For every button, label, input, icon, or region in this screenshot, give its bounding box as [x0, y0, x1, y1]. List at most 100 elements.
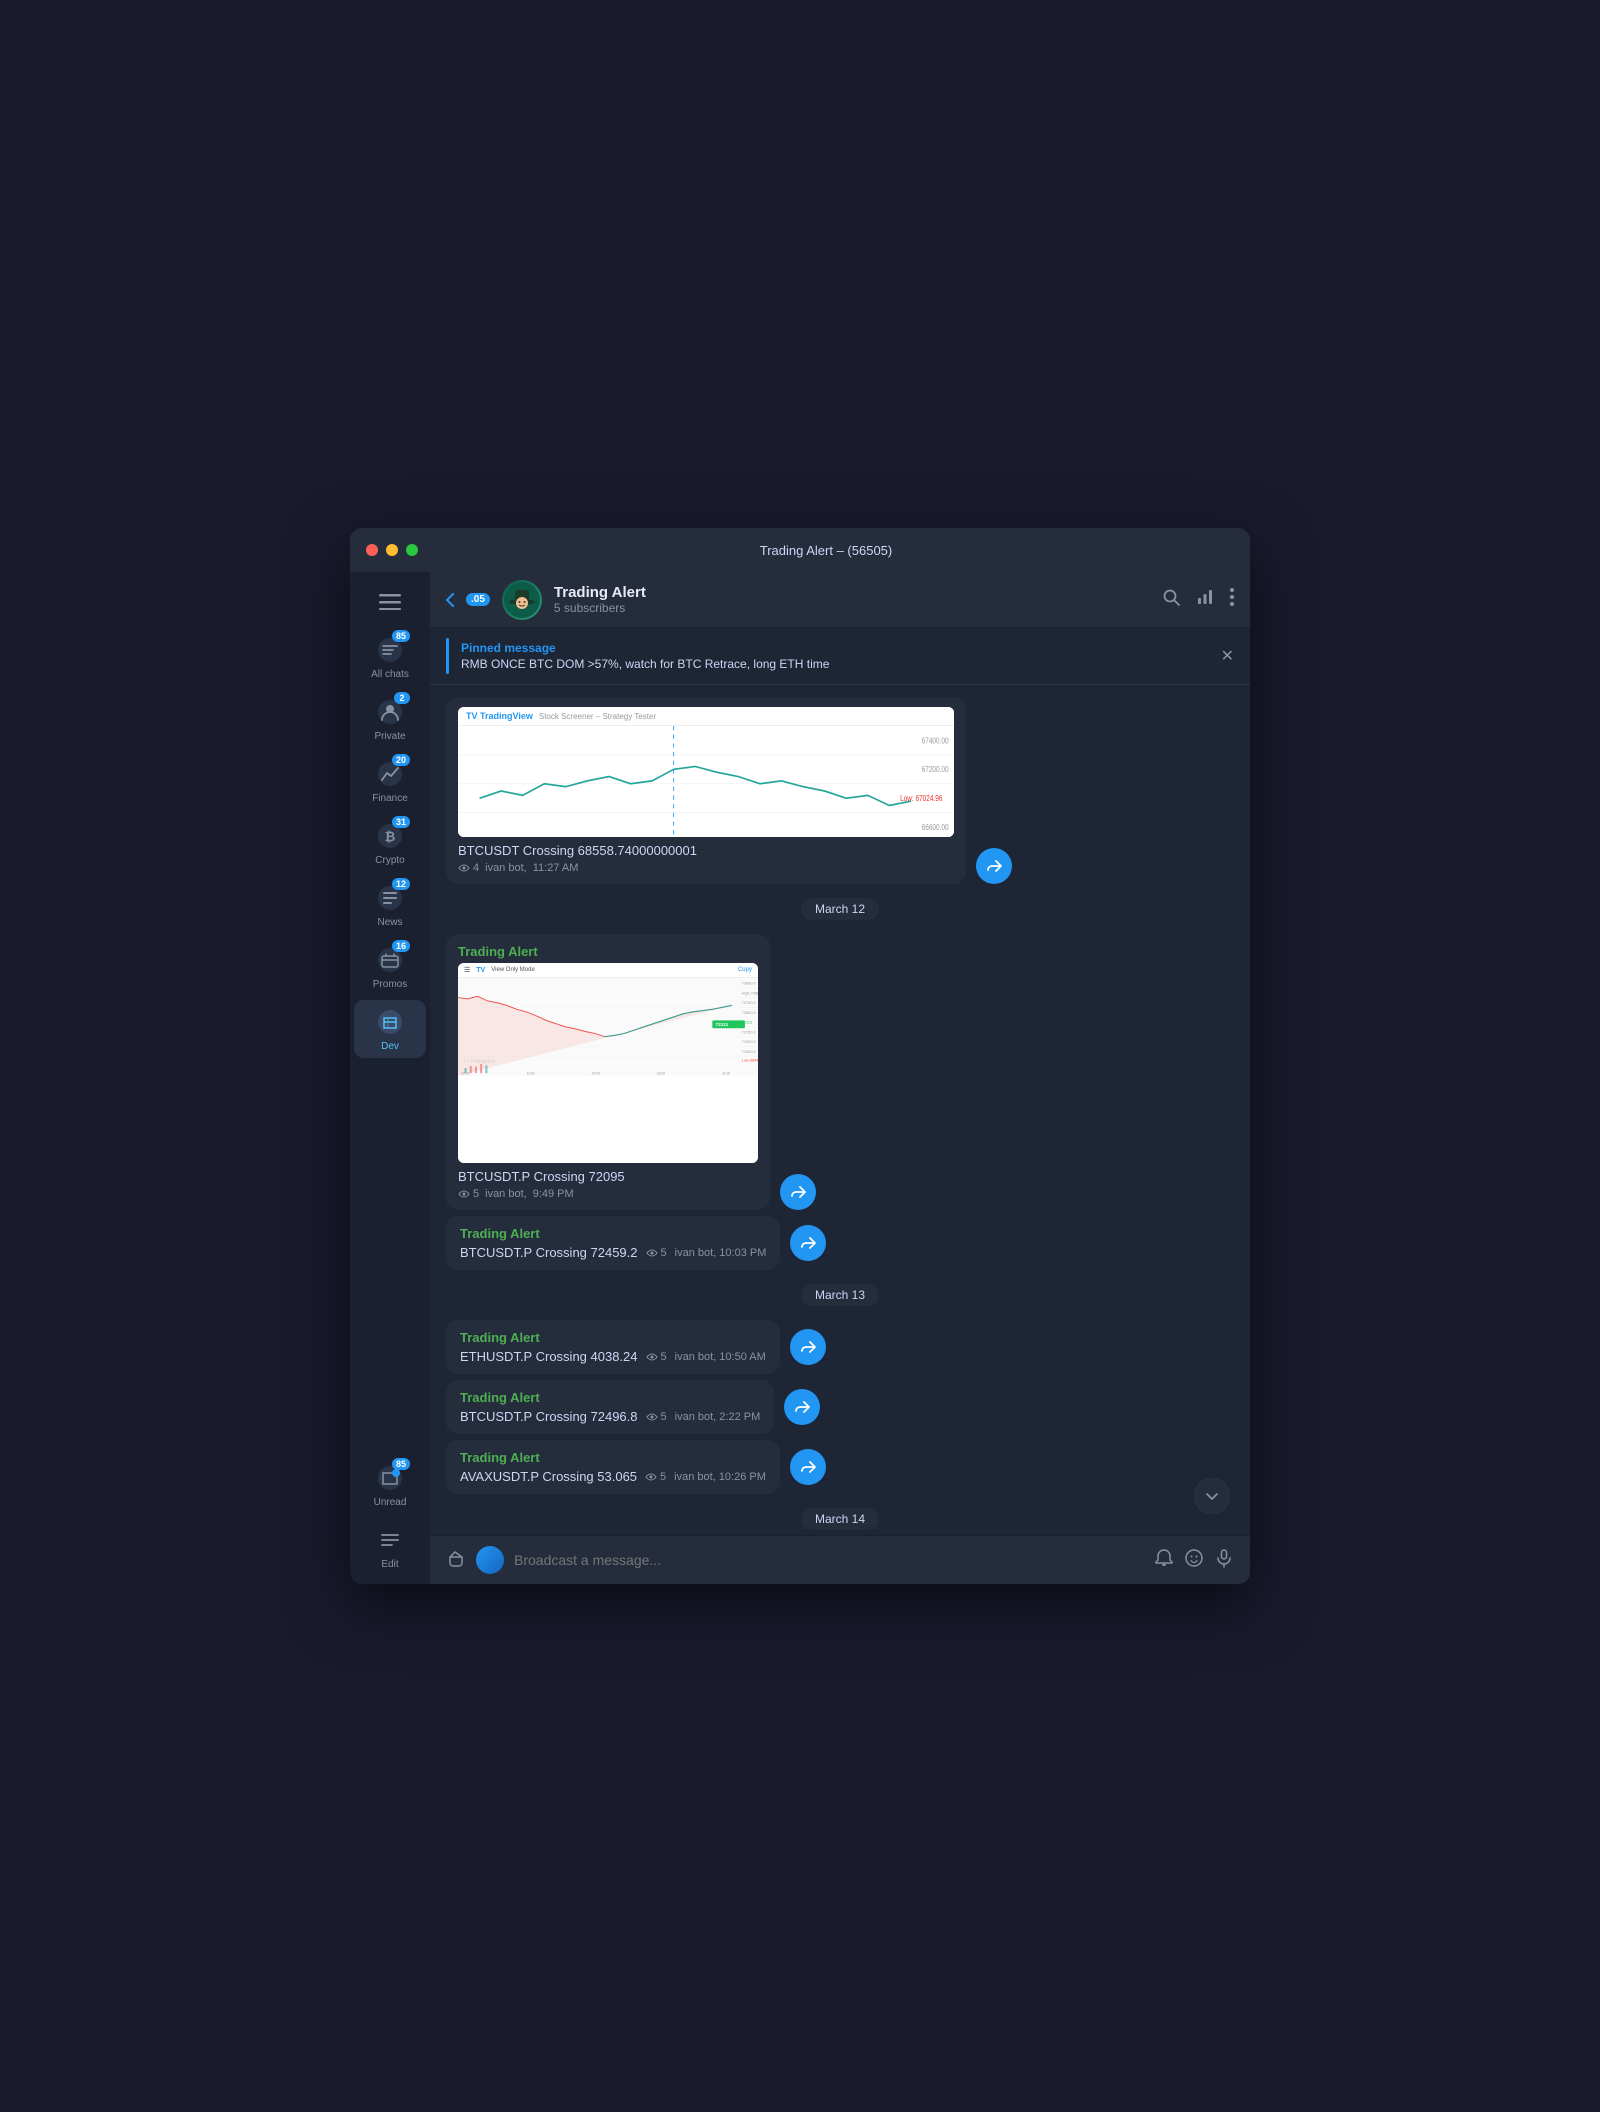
forward-button-1[interactable]	[976, 848, 1012, 884]
svg-text:73000.0: 73000.0	[742, 981, 757, 986]
back-button[interactable]	[446, 593, 454, 607]
maximize-button[interactable]	[406, 544, 418, 556]
chat-info: Trading Alert 5 subscribers	[554, 584, 1150, 615]
sidebar-item-finance[interactable]: 20 Finance	[354, 752, 426, 810]
msg-2-meta: 5 ivan bot, 9:49 PM	[458, 1188, 625, 1200]
msg-2-author: ivan bot,	[485, 1188, 527, 1200]
message-3: Trading Alert BTCUSDT.P Crossing 72459.2…	[446, 1216, 780, 1270]
msg-6-text: AVAXUSDT.P Crossing 53.065	[460, 1469, 637, 1484]
channel-avatar	[502, 580, 542, 620]
date-pill-1: March 12	[801, 898, 879, 920]
stats-button[interactable]	[1196, 588, 1214, 611]
finance-badge: 20	[392, 754, 410, 766]
all-chats-label: All chats	[371, 669, 409, 680]
notification-button[interactable]	[1154, 1548, 1174, 1573]
message-row-4: Trading Alert ETHUSDT.P Crossing 4038.24…	[446, 1320, 1234, 1374]
close-button[interactable]	[366, 544, 378, 556]
message-input-area	[430, 1535, 1250, 1584]
svg-text:Low 68948: Low 68948	[742, 1057, 758, 1062]
promos-label: Promos	[373, 979, 407, 990]
forward-button-2[interactable]	[780, 1174, 816, 1210]
private-label: Private	[374, 731, 405, 742]
message-4: Trading Alert ETHUSDT.P Crossing 4038.24…	[446, 1320, 780, 1374]
message-1: TV TradingView Stock Screener – Strategy…	[446, 697, 966, 884]
date-pill-3: March 14	[801, 1508, 879, 1530]
msg-5-sender: Trading Alert	[460, 1390, 760, 1405]
msg-3-sender: Trading Alert	[460, 1226, 766, 1241]
unread-badge: 85	[392, 1458, 410, 1470]
svg-text:66600.00: 66600.00	[922, 822, 949, 832]
svg-text:72760.0: 72760.0	[742, 1000, 757, 1005]
date-separator-march13: March 13	[446, 1284, 1234, 1306]
message-5: Trading Alert BTCUSDT.P Crossing 72496.8…	[446, 1380, 774, 1434]
avatar-image	[502, 580, 542, 620]
subscriber-count: 5 subscribers	[554, 601, 1150, 615]
more-button[interactable]	[1230, 588, 1234, 611]
date-separator-march12: March 12	[446, 898, 1234, 920]
app-body: 85 All chats 2 Private	[350, 572, 1250, 1584]
emoji-button[interactable]	[1184, 1548, 1204, 1573]
svg-text:High 72880.0: High 72880.0	[742, 990, 758, 995]
svg-text:72113: 72113	[716, 1022, 729, 1027]
svg-text:71750.0: 71750.0	[742, 1029, 757, 1034]
svg-text:15:00: 15:00	[592, 1071, 600, 1075]
sidebar-item-news[interactable]: 12 News	[354, 876, 426, 934]
attachment-button[interactable]	[446, 1548, 466, 1573]
forward-button-5[interactable]	[784, 1389, 820, 1425]
sidebar-item-crypto[interactable]: ₿ 31 Crypto	[354, 814, 426, 872]
pin-content: Pinned message RMB ONCE BTC DOM >57%, wa…	[461, 641, 1209, 671]
svg-text:21:00: 21:00	[722, 1071, 730, 1075]
message-row-5: Trading Alert BTCUSDT.P Crossing 72496.8…	[446, 1380, 1234, 1434]
sidebar-item-dev[interactable]: Dev	[354, 1000, 426, 1058]
traffic-lights	[366, 544, 418, 556]
msg-2-sender: Trading Alert	[458, 944, 758, 959]
sidebar-item-edit[interactable]: Edit	[354, 1518, 426, 1576]
finance-icon: 20	[374, 758, 406, 790]
pin-accent	[446, 638, 449, 674]
edit-label: Edit	[381, 1559, 398, 1570]
pin-title: Pinned message	[461, 641, 1209, 655]
dev-label: Dev	[381, 1041, 399, 1052]
message-input[interactable]	[514, 1552, 1144, 1568]
sidebar-item-all-chats[interactable]: 85 All chats	[354, 628, 426, 686]
sidebar-item-menu[interactable]	[354, 580, 426, 624]
svg-text:71000.0: 71000.0	[742, 1049, 757, 1054]
message-row-1: TV TradingView Stock Screener – Strategy…	[446, 697, 1234, 884]
chart-image-2: ☰ TV View Only Mode Copy	[458, 963, 758, 1163]
sidebar-item-unread[interactable]: 85 Unread	[354, 1456, 426, 1514]
sidebar-item-private[interactable]: 2 Private	[354, 690, 426, 748]
search-button[interactable]	[1162, 588, 1180, 611]
svg-text:₿: ₿	[385, 829, 396, 844]
pinned-bar: Pinned message RMB ONCE BTC DOM >57%, wa…	[430, 628, 1250, 685]
minimize-button[interactable]	[386, 544, 398, 556]
date-pill-2: March 13	[801, 1284, 879, 1306]
pin-close-button[interactable]: ✕	[1221, 646, 1234, 666]
voice-button[interactable]	[1214, 1548, 1234, 1573]
channel-name: Trading Alert	[554, 584, 1150, 601]
unread-label: Unread	[374, 1497, 407, 1508]
messages-area[interactable]: TV TradingView Stock Screener – Strategy…	[430, 685, 1250, 1535]
msg-4-text: ETHUSDT.P Crossing 4038.24	[460, 1349, 638, 1364]
crypto-label: Crypto	[375, 855, 404, 866]
back-unread-badge: .05	[466, 593, 490, 606]
sidebar: 85 All chats 2 Private	[350, 572, 430, 1584]
msg-2-views: 5	[458, 1188, 479, 1200]
svg-text:12:00: 12:00	[526, 1071, 534, 1075]
svg-text:67200.00: 67200.00	[922, 764, 949, 774]
forward-button-4[interactable]	[790, 1329, 826, 1365]
scroll-down-button[interactable]	[1194, 1478, 1230, 1514]
user-avatar	[476, 1546, 504, 1574]
svg-text:09:00: 09:00	[461, 1071, 469, 1075]
sidebar-item-promos[interactable]: 16 Promos	[354, 938, 426, 996]
svg-text:TV TradingView: TV TradingView	[463, 1059, 496, 1064]
forward-button-3[interactable]	[790, 1225, 826, 1261]
message-6: Trading Alert AVAXUSDT.P Crossing 53.065…	[446, 1440, 780, 1494]
pin-text: RMB ONCE BTC DOM >57%, watch for BTC Ret…	[461, 657, 1209, 671]
hamburger-icon	[374, 586, 406, 618]
unread-icon: 85	[374, 1462, 406, 1494]
msg-5-text: BTCUSDT.P Crossing 72496.8	[460, 1409, 638, 1424]
msg-5-content: Trading Alert BTCUSDT.P Crossing 72496.8…	[460, 1390, 760, 1424]
svg-text:72500.0: 72500.0	[742, 1010, 757, 1015]
edit-icon	[374, 1524, 406, 1556]
forward-button-6[interactable]	[790, 1449, 826, 1485]
